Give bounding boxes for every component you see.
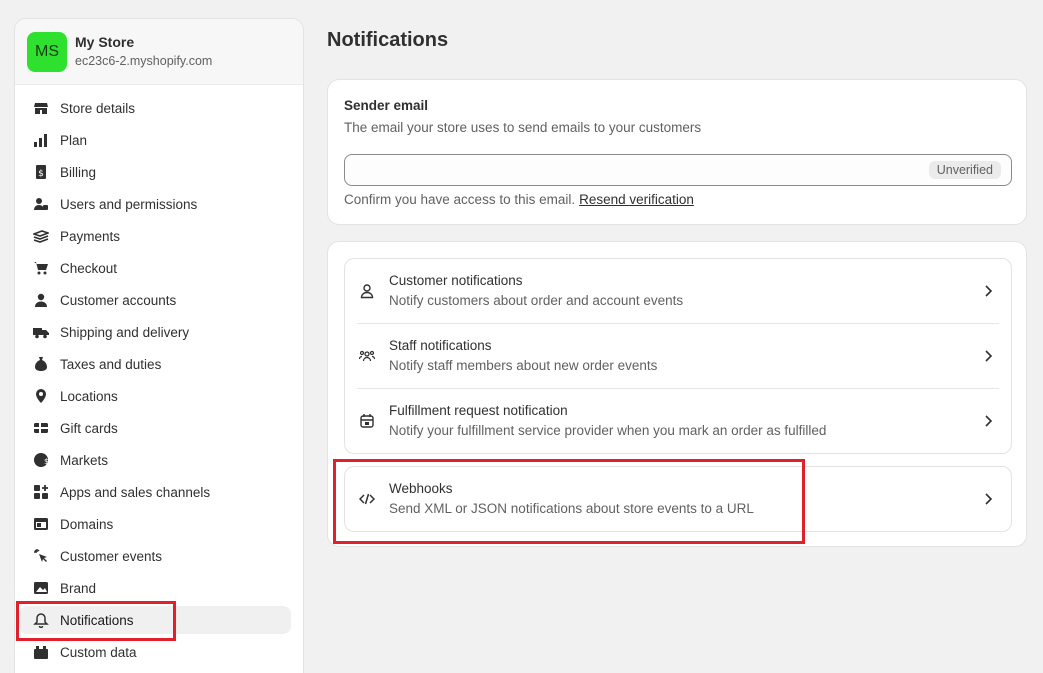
sidebar-item-label: Users and permissions [60, 196, 198, 212]
sidebar-item-label: Taxes and duties [60, 356, 162, 372]
store-info: My Store ec23c6-2.myshopify.com [75, 33, 212, 70]
sidebar-item-shipping[interactable]: Shipping and delivery [19, 318, 291, 346]
sidebar-item-label: Shipping and delivery [60, 324, 190, 340]
row-title: Customer notifications [389, 273, 523, 288]
truck-icon [33, 324, 49, 340]
person-icon [33, 292, 49, 308]
sidebar-item-label: Checkout [60, 260, 118, 276]
unverified-badge: Unverified [928, 161, 1001, 179]
sidebar-item-brand[interactable]: Brand [19, 574, 291, 602]
sender-email-description: The email your store uses to send emails… [344, 120, 702, 135]
sidebar-item-label: Notifications [60, 612, 134, 628]
row-description: Notify your fulfillment service provider… [389, 423, 827, 438]
sidebar-item-label: Domains [60, 516, 114, 532]
sidebar-item-domains[interactable]: Domains [19, 510, 291, 538]
sidebar-item-customer-accounts[interactable]: Customer accounts [19, 286, 291, 314]
gift-card-icon [33, 420, 49, 436]
sidebar-item-locations[interactable]: Locations [19, 382, 291, 410]
chevron-right-icon [981, 348, 995, 364]
staff-icon [358, 348, 376, 364]
cursor-icon [33, 548, 49, 564]
confirm-row: Confirm you have access to this email. Re… [344, 192, 694, 207]
customer-notifications-row[interactable]: Customer notifications Notify customers … [345, 259, 1011, 323]
sidebar-item-plan[interactable]: Plan [19, 126, 291, 154]
users-icon [33, 196, 49, 212]
store-name: My Store [75, 34, 135, 50]
resend-verification-link[interactable]: Resend verification [579, 192, 694, 207]
location-icon [33, 388, 49, 404]
sidebar-item-store-details[interactable]: Store details [19, 94, 291, 122]
sidebar-item-taxes[interactable]: Taxes and duties [19, 350, 291, 378]
webhooks-group: Webhooks Send XML or JSON notifications … [344, 466, 1012, 532]
fulfillment-icon [359, 413, 375, 429]
person-icon [359, 283, 375, 299]
chevron-right-icon [981, 413, 995, 429]
sidebar-item-billing[interactable]: $ Billing [19, 158, 291, 186]
sender-email-card: Sender email The email your store uses t… [327, 79, 1027, 225]
sidebar-item-label: Customer accounts [60, 292, 177, 308]
cart-icon [33, 260, 49, 276]
sidebar-item-apps[interactable]: Apps and sales channels [19, 478, 291, 506]
sidebar-item-notifications[interactable]: Notifications [19, 606, 291, 634]
store-avatar: MS [27, 31, 67, 72]
store-header[interactable]: MS My Store ec23c6-2.myshopify.com [15, 19, 303, 85]
chevron-right-icon [981, 491, 995, 507]
notification-group: Customer notifications Notify customers … [344, 258, 1012, 454]
row-title: Fulfillment request notification [389, 403, 568, 418]
fulfillment-request-row[interactable]: Fulfillment request notification Notify … [345, 389, 1011, 453]
avatar-initials: MS [35, 42, 59, 60]
brand-icon [33, 580, 49, 596]
row-description: Notify customers about order and account… [389, 293, 684, 308]
settings-sidebar: MS My Store ec23c6-2.myshopify.com Store… [14, 18, 304, 673]
sidebar-item-label: Apps and sales channels [60, 484, 211, 500]
row-title: Webhooks [389, 481, 453, 496]
svg-text:$: $ [38, 169, 44, 179]
sidebar-item-gift-cards[interactable]: Gift cards [19, 414, 291, 442]
sidebar-item-label: Store details [60, 100, 136, 116]
sidebar-item-label: Billing [60, 164, 97, 180]
payments-icon [33, 228, 49, 244]
sidebar-item-label: Customer events [60, 548, 163, 564]
store-domain: ec23c6-2.myshopify.com [75, 54, 213, 68]
sidebar-item-users[interactable]: Users and permissions [19, 190, 291, 218]
bell-icon [33, 612, 49, 628]
sidebar-item-checkout[interactable]: Checkout [19, 254, 291, 282]
confirm-text: Confirm you have access to this email. [344, 192, 576, 207]
row-description: Notify staff members about new order eve… [389, 358, 658, 373]
sidebar-item-label: Markets [60, 452, 109, 468]
staff-notifications-row[interactable]: Staff notifications Notify staff members… [345, 324, 1011, 388]
sidebar-item-custom-data[interactable]: Custom data [19, 638, 291, 666]
notifications-list-card: Customer notifications Notify customers … [327, 241, 1027, 547]
globe-icon: $ [33, 452, 49, 468]
billing-icon: $ [33, 164, 49, 180]
sidebar-item-label: Gift cards [60, 420, 118, 436]
sender-email-input[interactable]: Unverified [344, 154, 1012, 186]
settings-nav: Store details Plan $ Billing Users and p… [15, 85, 303, 666]
code-icon [358, 491, 376, 507]
apps-icon [33, 484, 49, 500]
sidebar-item-label: Locations [60, 388, 118, 404]
sidebar-item-markets[interactable]: $ Markets [19, 446, 291, 474]
tax-icon [33, 356, 49, 372]
webhooks-row[interactable]: Webhooks Send XML or JSON notifications … [345, 467, 1011, 531]
store-icon [33, 100, 49, 116]
row-title: Staff notifications [389, 338, 492, 353]
row-description: Send XML or JSON notifications about sto… [389, 501, 754, 516]
sidebar-item-label: Brand [60, 580, 97, 596]
page-title: Notifications [327, 29, 449, 51]
plan-icon [33, 132, 49, 148]
sidebar-item-customer-events[interactable]: Customer events [19, 542, 291, 570]
sender-email-title: Sender email [344, 98, 429, 113]
domains-icon [33, 516, 49, 532]
sidebar-item-payments[interactable]: Payments [19, 222, 291, 250]
svg-text:$: $ [44, 457, 49, 466]
sidebar-item-label: Custom data [60, 644, 137, 660]
custom-data-icon [33, 644, 49, 660]
sidebar-item-label: Payments [60, 228, 121, 244]
chevron-right-icon [981, 283, 995, 299]
sidebar-item-label: Plan [60, 132, 88, 148]
